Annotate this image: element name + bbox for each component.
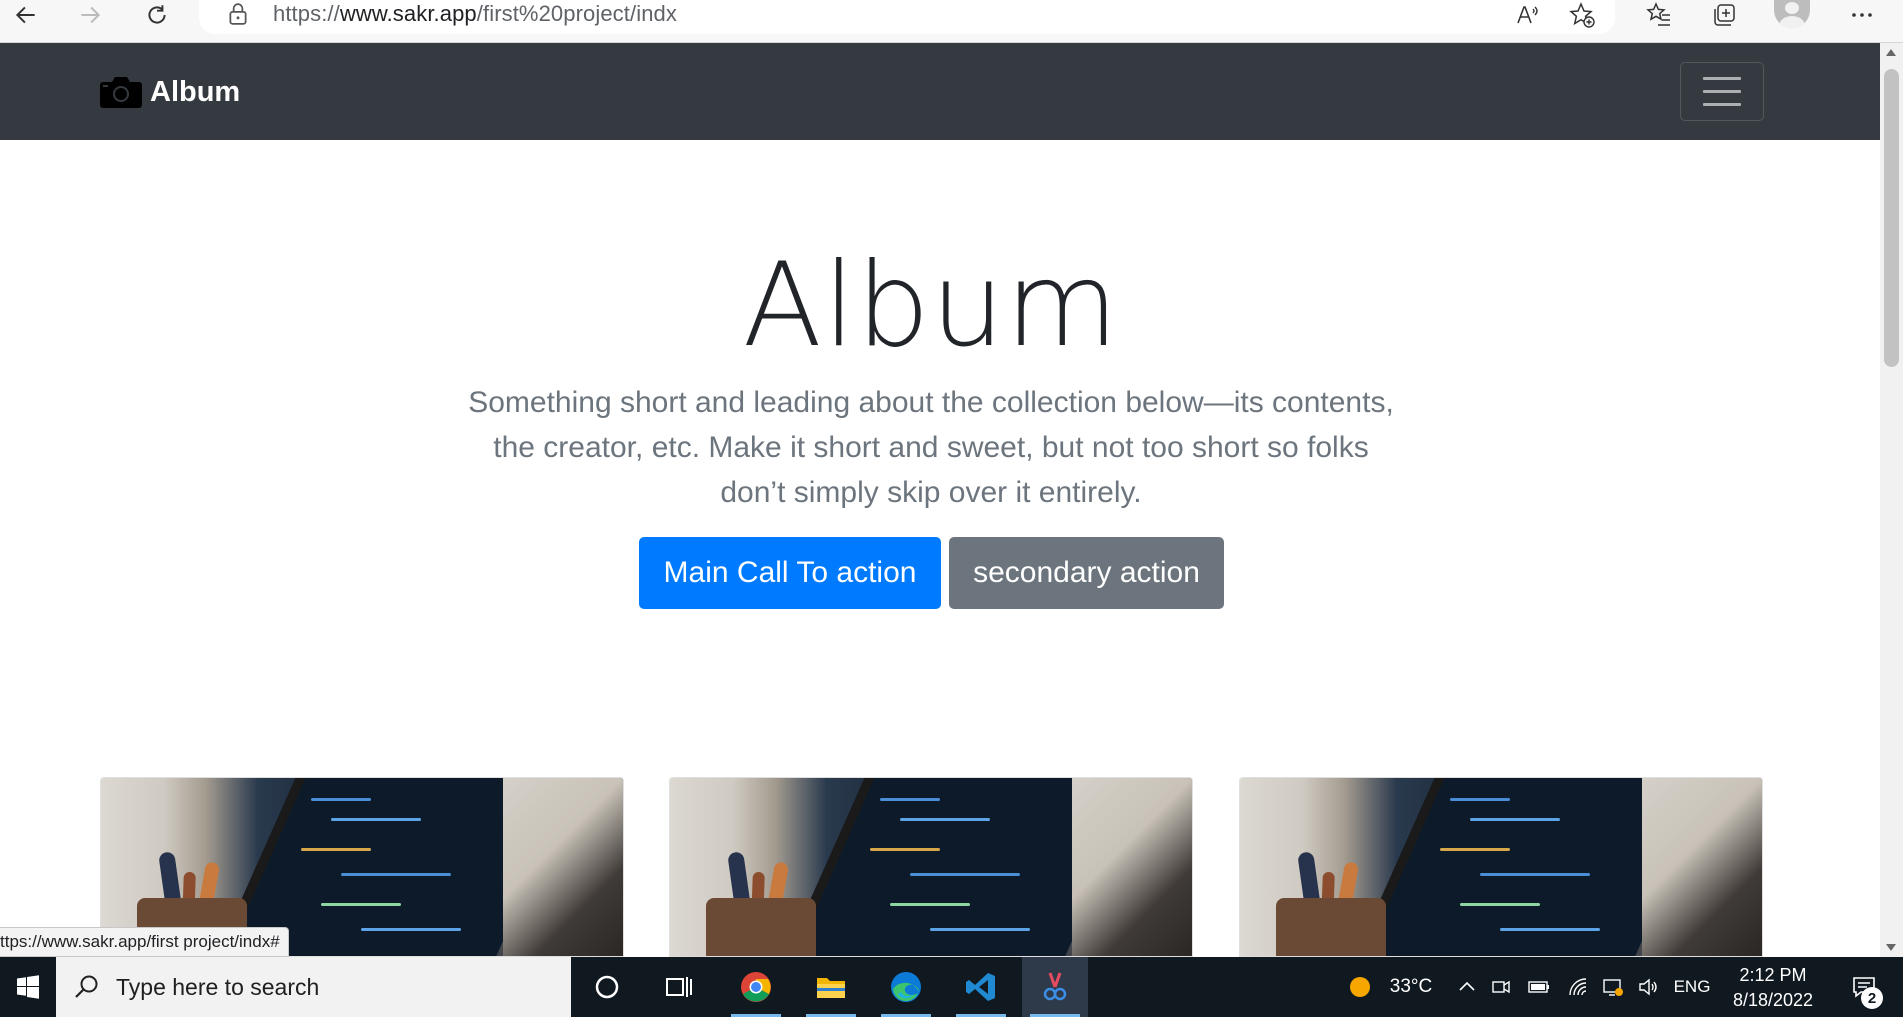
- read-aloud-button[interactable]: [1509, 0, 1547, 30]
- refresh-icon: [148, 5, 166, 24]
- page-scrollbar[interactable]: [1880, 43, 1903, 957]
- hero-lead-text: Something short and leading about the co…: [468, 386, 1394, 509]
- laptop-code-photo: [1240, 778, 1762, 956]
- network-button[interactable]: [1564, 957, 1592, 1017]
- notification-count-badge: 2: [1861, 987, 1883, 1009]
- collections-icon: [1714, 4, 1735, 26]
- scroll-up-arrow-icon[interactable]: [1886, 49, 1896, 56]
- read-aloud-icon: [1517, 6, 1538, 24]
- weather-sun-icon[interactable]: [1344, 957, 1376, 1017]
- file-explorer-taskbar-button[interactable]: [798, 957, 864, 1017]
- address-bar[interactable]: https://www.sakr.app/first%20project/ind…: [199, 0, 1615, 34]
- back-arrow-icon: [15, 6, 35, 24]
- hamburger-line: [1703, 90, 1741, 93]
- forward-arrow-icon: [81, 6, 101, 24]
- battery-icon: [1528, 981, 1549, 993]
- edge-icon: [891, 972, 921, 1002]
- brand-title: Album: [150, 75, 241, 108]
- search-placeholder: Type here to search: [116, 974, 320, 1000]
- meet-now-button[interactable]: [1488, 957, 1514, 1017]
- weather-temperature[interactable]: 33°C: [1384, 957, 1438, 1017]
- camera-icon: [100, 77, 142, 108]
- chrome-taskbar-button[interactable]: [723, 957, 789, 1017]
- brand-link[interactable]: Album: [99, 74, 240, 110]
- hamburger-line: [1703, 77, 1741, 80]
- browser-toolbar: https://www.sakr.app/first%20project/ind…: [0, 0, 1903, 43]
- start-button[interactable]: [0, 957, 56, 1017]
- language-indicator[interactable]: ENG: [1670, 957, 1714, 1017]
- settings-more-button[interactable]: [1843, 0, 1881, 30]
- add-favorite-button[interactable]: [1563, 0, 1601, 30]
- main-call-to-action-button[interactable]: Main Call To action: [639, 537, 941, 609]
- video-icon: [1492, 980, 1510, 994]
- star-add-icon: [1569, 2, 1595, 28]
- back-button[interactable]: [6, 0, 46, 30]
- site-navbar: Album: [0, 43, 1880, 140]
- snipping-tool-icon: [1043, 972, 1067, 1001]
- speaker-icon: [1639, 978, 1657, 996]
- laptop-code-photo: [670, 778, 1192, 956]
- favorites-list-icon: [1646, 2, 1670, 26]
- snipping-tool-taskbar-button[interactable]: [1022, 957, 1088, 1017]
- scroll-down-arrow-icon[interactable]: [1886, 944, 1896, 951]
- album-card: [1239, 777, 1763, 957]
- album-card: [669, 777, 1193, 957]
- system-clock[interactable]: 2:12 PM 8/18/2022: [1718, 963, 1828, 1013]
- taskbar-search-box[interactable]: Type here to search: [56, 957, 571, 1017]
- hamburger-line: [1703, 103, 1741, 106]
- chevron-up-icon: [1459, 981, 1475, 991]
- forward-button[interactable]: [70, 0, 110, 30]
- cortana-button[interactable]: [574, 957, 640, 1017]
- chrome-icon: [741, 972, 771, 1002]
- secondary-action-button[interactable]: secondary action: [949, 537, 1224, 609]
- link-status-tooltip: ttps://www.sakr.app/first project/indx#: [0, 927, 289, 957]
- volume-button[interactable]: [1634, 957, 1662, 1017]
- cortana-circle-icon: [595, 975, 619, 999]
- action-center-button[interactable]: [1836, 957, 1892, 1017]
- refresh-button[interactable]: [137, 0, 177, 30]
- monitor-warning-icon: [1603, 979, 1623, 996]
- windows-logo-icon: [17, 975, 39, 999]
- navbar-toggler-button[interactable]: [1680, 62, 1764, 121]
- defender-button[interactable]: [1598, 957, 1628, 1017]
- wifi-icon: [1569, 978, 1587, 996]
- task-view-icon: [666, 977, 692, 997]
- battery-button[interactable]: [1524, 957, 1554, 1017]
- folder-icon: [817, 978, 845, 998]
- hero-title: Album: [742, 238, 1120, 373]
- clock-time: 2:12 PM: [1739, 965, 1807, 985]
- lock-icon: [229, 3, 247, 25]
- vscode-taskbar-button[interactable]: [948, 957, 1014, 1017]
- clock-date: 8/18/2022: [1732, 990, 1814, 1010]
- search-icon: [75, 975, 98, 998]
- vscode-icon: [966, 973, 995, 1001]
- more-dots-icon: [1852, 13, 1872, 17]
- collections-button[interactable]: [1705, 0, 1743, 30]
- scroll-thumb[interactable]: [1884, 69, 1899, 367]
- show-hidden-icons-button[interactable]: [1454, 957, 1480, 1017]
- sun-icon: [1350, 977, 1370, 997]
- windows-taskbar: Type here to search 33°C ENG 2:12 PM 8/1…: [0, 957, 1903, 1017]
- edge-taskbar-button[interactable]: [873, 957, 939, 1017]
- favorites-button[interactable]: [1640, 0, 1678, 30]
- profile-avatar[interactable]: [1774, 0, 1810, 28]
- url-text: https://www.sakr.app/first%20project/ind…: [273, 1, 677, 26]
- task-view-button[interactable]: [646, 957, 712, 1017]
